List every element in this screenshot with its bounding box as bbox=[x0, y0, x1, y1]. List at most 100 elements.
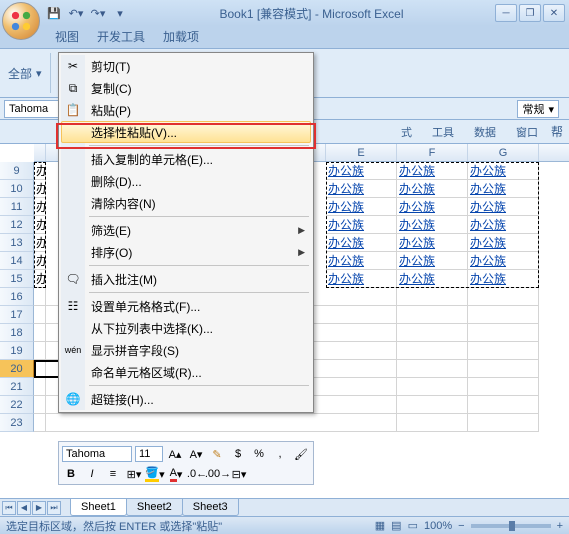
cell[interactable]: 办公族 bbox=[468, 162, 539, 180]
cell[interactable]: 办公族 bbox=[468, 198, 539, 216]
tab-view[interactable]: 视图 bbox=[46, 24, 88, 48]
hyperlink-cell[interactable]: 办公族 bbox=[470, 218, 506, 232]
sheet-tab[interactable]: Sheet2 bbox=[126, 499, 183, 516]
hyperlink-cell[interactable]: 办公族 bbox=[399, 236, 435, 250]
hyperlink-cell[interactable]: 办公族 bbox=[399, 218, 435, 232]
cell[interactable] bbox=[468, 378, 539, 396]
cell[interactable] bbox=[326, 378, 397, 396]
sheet-nav-first[interactable]: ⏮ bbox=[2, 501, 16, 515]
cell[interactable] bbox=[468, 360, 539, 378]
menu-paste-special[interactable]: 选择性粘贴(V)... bbox=[61, 121, 311, 143]
cell[interactable] bbox=[34, 396, 46, 414]
hyperlink-cell[interactable]: 办公族 bbox=[399, 254, 435, 268]
mini-shrink-font[interactable]: A▾ bbox=[187, 445, 205, 463]
mini-font-select[interactable]: Tahoma bbox=[62, 446, 132, 462]
cell[interactable] bbox=[468, 288, 539, 306]
zoom-out-button[interactable]: − bbox=[458, 520, 464, 532]
cell[interactable]: 办公族 bbox=[326, 162, 397, 180]
hyperlink-cell[interactable]: 办公族 bbox=[328, 164, 364, 178]
cell[interactable] bbox=[397, 306, 468, 324]
ribbon-group-data[interactable]: 数据 bbox=[467, 121, 503, 143]
cell[interactable]: 办 bbox=[34, 234, 46, 252]
cell[interactable] bbox=[34, 360, 46, 378]
row-header[interactable]: 17 bbox=[0, 306, 34, 324]
cell[interactable] bbox=[326, 396, 397, 414]
cell[interactable] bbox=[326, 324, 397, 342]
menu-cut[interactable]: ✂剪切(T) bbox=[61, 55, 311, 77]
mini-fill-color[interactable]: 🪣▾ bbox=[146, 465, 164, 483]
mini-paintbrush[interactable]: 🖌 bbox=[292, 445, 310, 463]
cell[interactable]: 办公族 bbox=[326, 198, 397, 216]
hyperlink-cell[interactable]: 办公族 bbox=[328, 254, 364, 268]
ribbon-help[interactable]: 帮 bbox=[551, 123, 563, 140]
menu-clear[interactable]: 清除内容(N) bbox=[61, 192, 311, 214]
cell[interactable]: 办公族 bbox=[397, 270, 468, 288]
cell[interactable]: 办 bbox=[34, 216, 46, 234]
menu-insert-comment[interactable]: 🗨插入批注(M) bbox=[61, 268, 311, 290]
expand-icon[interactable]: ▾ bbox=[36, 67, 42, 80]
cell[interactable]: 办 bbox=[34, 252, 46, 270]
tab-developer[interactable]: 开发工具 bbox=[88, 24, 154, 48]
mini-percent[interactable]: % bbox=[250, 445, 268, 463]
hyperlink-cell[interactable]: 办公族 bbox=[328, 218, 364, 232]
row-header[interactable]: 19 bbox=[0, 342, 34, 360]
row-header[interactable]: 13 bbox=[0, 234, 34, 252]
cell[interactable] bbox=[34, 324, 46, 342]
col-header[interactable]: G bbox=[468, 144, 539, 161]
cell[interactable]: 办公族 bbox=[326, 216, 397, 234]
menu-name-range[interactable]: 命名单元格区域(R)... bbox=[61, 361, 311, 383]
sheet-nav-next[interactable]: ▶ bbox=[32, 501, 46, 515]
sheet-tab[interactable]: Sheet1 bbox=[70, 499, 127, 516]
redo-icon[interactable]: ↷▾ bbox=[90, 5, 106, 21]
cell[interactable]: 办公族 bbox=[326, 270, 397, 288]
menu-pick-list[interactable]: 从下拉列表中选择(K)... bbox=[61, 317, 311, 339]
row-header[interactable]: 21 bbox=[0, 378, 34, 396]
ribbon-group-window[interactable]: 窗口 bbox=[509, 121, 545, 143]
mini-currency[interactable]: $ bbox=[229, 445, 247, 463]
cell[interactable] bbox=[397, 396, 468, 414]
cell[interactable] bbox=[468, 342, 539, 360]
mini-bold[interactable]: B bbox=[62, 465, 80, 483]
cell[interactable] bbox=[34, 306, 46, 324]
cell[interactable]: 办公族 bbox=[397, 216, 468, 234]
sheet-tab[interactable]: Sheet3 bbox=[182, 499, 239, 516]
row-header[interactable]: 12 bbox=[0, 216, 34, 234]
close-button[interactable]: ✕ bbox=[543, 4, 565, 22]
hyperlink-cell[interactable]: 办公族 bbox=[470, 200, 506, 214]
cell[interactable]: 办公族 bbox=[468, 270, 539, 288]
row-header[interactable]: 11 bbox=[0, 198, 34, 216]
mini-inc-decimal[interactable]: .00→ bbox=[209, 465, 227, 483]
office-button[interactable] bbox=[2, 2, 40, 40]
mini-merge[interactable]: ⊟▾ bbox=[230, 465, 248, 483]
menu-delete[interactable]: 删除(D)... bbox=[61, 170, 311, 192]
menu-copy[interactable]: ⧉复制(C) bbox=[61, 77, 311, 99]
row-header[interactable]: 20 bbox=[0, 360, 34, 378]
undo-icon[interactable]: ↶▾ bbox=[68, 5, 84, 21]
number-format-select[interactable]: 常规 ▾ bbox=[517, 100, 559, 118]
cell[interactable] bbox=[397, 360, 468, 378]
cell[interactable]: 办公族 bbox=[397, 180, 468, 198]
hyperlink-cell[interactable]: 办公族 bbox=[399, 182, 435, 196]
menu-sort[interactable]: 排序(O)▶ bbox=[61, 241, 311, 263]
cell[interactable] bbox=[326, 306, 397, 324]
view-normal-icon[interactable]: ▦ bbox=[375, 519, 385, 532]
mini-italic[interactable]: I bbox=[83, 465, 101, 483]
hyperlink-cell[interactable]: 办公族 bbox=[470, 254, 506, 268]
sheet-nav-prev[interactable]: ◀ bbox=[17, 501, 31, 515]
ribbon-group-fx[interactable]: 式 bbox=[394, 121, 419, 143]
cell[interactable] bbox=[326, 288, 397, 306]
cell[interactable] bbox=[397, 324, 468, 342]
col-header[interactable]: E bbox=[326, 144, 397, 161]
row-header[interactable]: 10 bbox=[0, 180, 34, 198]
cell[interactable] bbox=[326, 360, 397, 378]
cell[interactable]: 办公族 bbox=[326, 252, 397, 270]
cell[interactable]: 办公族 bbox=[468, 234, 539, 252]
row-header[interactable]: 9 bbox=[0, 162, 34, 180]
mini-font-color[interactable]: A▾ bbox=[167, 465, 185, 483]
menu-format-cells[interactable]: ☷设置单元格格式(F)... bbox=[61, 295, 311, 317]
mini-size-select[interactable]: 11 bbox=[135, 446, 163, 462]
tab-addins[interactable]: 加载项 bbox=[154, 24, 208, 48]
hyperlink-cell[interactable]: 办公族 bbox=[399, 164, 435, 178]
cell[interactable] bbox=[397, 288, 468, 306]
zoom-in-button[interactable]: + bbox=[557, 520, 563, 532]
